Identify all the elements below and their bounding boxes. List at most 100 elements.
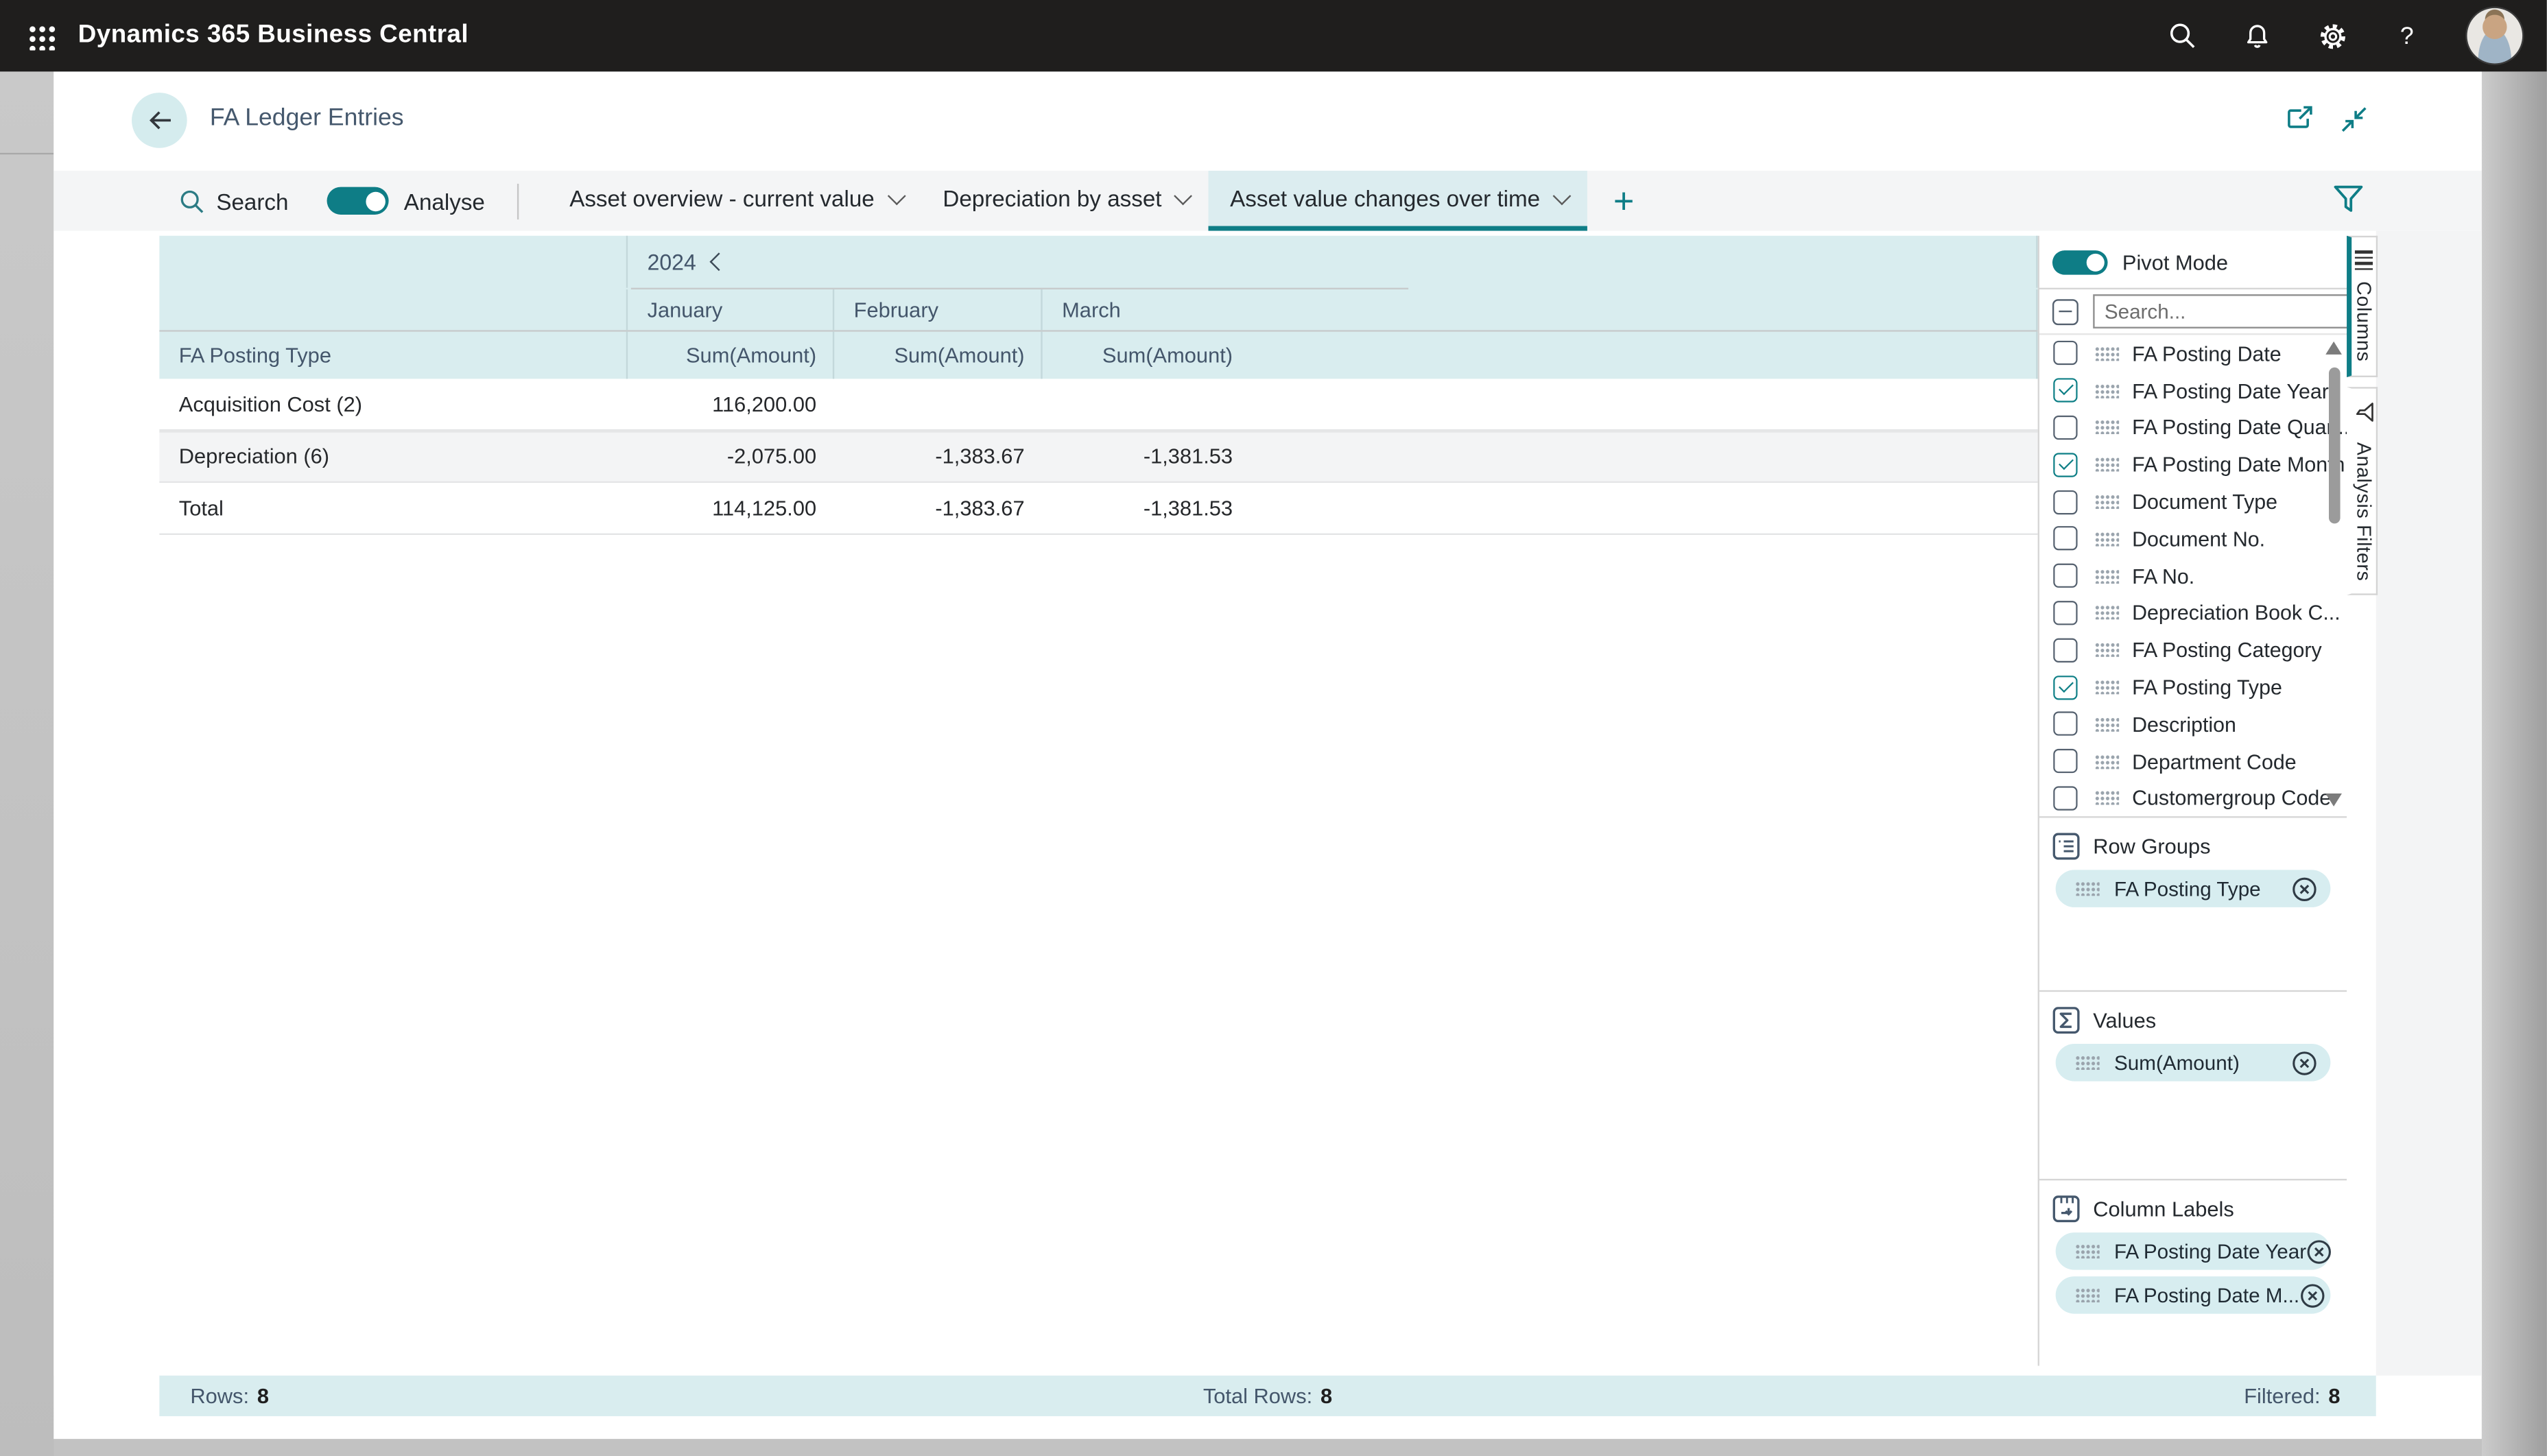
field-label: Customergroup Code	[2132, 786, 2331, 811]
analysis-tab[interactable]: Asset value changes over time	[1209, 171, 1587, 231]
table-row[interactable]: Depreciation (6)-2,075.00-1,383.67-1,381…	[159, 430, 2037, 483]
field-checkbox[interactable]	[2053, 675, 2077, 699]
pivot-mode-toggle[interactable]	[2052, 250, 2108, 274]
field-list-item[interactable]: FA Posting Type	[2039, 669, 2347, 706]
drag-grip-icon[interactable]	[2095, 569, 2120, 583]
remove-icon[interactable]	[2306, 1238, 2332, 1264]
field-label: Depreciation Book C...	[2132, 601, 2341, 625]
drag-grip-icon[interactable]	[2075, 881, 2100, 896]
page-header: FA Ledger Entries	[54, 71, 2482, 171]
field-search-input[interactable]	[2093, 294, 2353, 329]
scroll-up-icon[interactable]	[2325, 342, 2342, 355]
row-group-pill[interactable]: FA Posting Type	[2056, 870, 2331, 907]
value-column-header[interactable]: Sum(Amount)	[626, 332, 833, 379]
filter-icon[interactable]	[2332, 184, 2365, 223]
field-checkbox[interactable]	[2053, 638, 2077, 662]
month-column-header[interactable]: March	[1041, 289, 1248, 330]
search-label: Search	[216, 188, 288, 214]
field-list-item[interactable]: FA Posting Category	[2039, 632, 2347, 669]
side-tab-columns[interactable]: Columns	[2347, 236, 2378, 377]
column-labels-title: Column Labels	[2093, 1197, 2234, 1221]
column-label-pill[interactable]: FA Posting Date M...	[2056, 1276, 2331, 1314]
field-list-item[interactable]: Document No.	[2039, 521, 2347, 558]
analysis-tab[interactable]: Asset overview - current value	[548, 171, 921, 231]
side-tab-analysis-filters[interactable]: Analysis Filters	[2347, 387, 2378, 596]
field-checkbox[interactable]	[2053, 342, 2077, 366]
analysis-tab[interactable]: Depreciation by asset	[922, 171, 1209, 231]
drag-grip-icon[interactable]	[2095, 346, 2120, 361]
field-checkbox[interactable]	[2053, 453, 2077, 477]
analyse-toggle[interactable]	[327, 187, 389, 215]
drag-grip-icon[interactable]	[2095, 717, 2120, 731]
value-pill[interactable]: Sum(Amount)	[2056, 1044, 2331, 1082]
back-button[interactable]	[132, 93, 187, 148]
drag-grip-icon[interactable]	[2095, 532, 2120, 546]
drag-grip-icon[interactable]	[2095, 680, 2120, 694]
field-checkbox[interactable]	[2053, 786, 2077, 810]
field-list-item[interactable]: FA Posting Date Month	[2039, 446, 2347, 484]
open-in-new-window-icon[interactable]	[2286, 106, 2314, 141]
drag-grip-icon[interactable]	[2095, 494, 2120, 509]
page-title: FA Ledger Entries	[210, 104, 404, 132]
column-label-pill[interactable]: FA Posting Date Year	[2056, 1232, 2331, 1270]
field-checkbox[interactable]	[2053, 601, 2077, 625]
bell-icon[interactable]	[2241, 19, 2273, 51]
chevron-down-icon[interactable]	[1553, 187, 1572, 205]
drag-grip-icon[interactable]	[2095, 606, 2120, 620]
app-launcher-icon[interactable]	[27, 22, 55, 49]
table-row[interactable]: Total114,125.00-1,383.67-1,381.53	[159, 483, 2037, 534]
column-group-header[interactable]: 2024	[626, 236, 1249, 288]
table-row[interactable]: Acquisition Cost (2)116,200.00	[159, 379, 2037, 430]
remove-icon[interactable]	[2299, 1282, 2325, 1308]
field-checkbox[interactable]	[2053, 379, 2077, 403]
drag-grip-icon[interactable]	[2075, 1055, 2100, 1070]
search-icon[interactable]	[2166, 19, 2199, 51]
help-icon[interactable]: ?	[2391, 19, 2423, 51]
field-checkbox[interactable]	[2053, 712, 2077, 736]
chevron-down-icon[interactable]	[887, 187, 905, 205]
drag-grip-icon[interactable]	[2075, 1244, 2100, 1258]
field-checkbox[interactable]	[2053, 416, 2077, 440]
row-group-header[interactable]: FA Posting Type	[159, 332, 626, 379]
drag-grip-icon[interactable]	[2095, 643, 2120, 657]
month-column-header[interactable]: February	[833, 289, 1041, 330]
select-all-checkbox[interactable]	[2052, 298, 2078, 324]
field-checkbox[interactable]	[2053, 527, 2077, 551]
drag-grip-icon[interactable]	[2095, 383, 2120, 398]
value-column-header[interactable]: Sum(Amount)	[1041, 332, 1248, 379]
chevron-down-icon[interactable]	[1174, 187, 1193, 205]
field-label: FA Posting Date Year	[2132, 379, 2329, 403]
scroll-thumb[interactable]	[2328, 368, 2340, 524]
field-list-scrollbar[interactable]	[2325, 342, 2342, 810]
field-list-item[interactable]: FA Posting Date Year	[2039, 372, 2347, 409]
field-list-item[interactable]: FA Posting Date Quar...	[2039, 409, 2347, 446]
search-button[interactable]: Search	[179, 188, 289, 214]
exit-fullscreen-icon[interactable]	[2341, 106, 2368, 141]
field-list-item[interactable]: FA Posting Date	[2039, 335, 2347, 372]
drag-grip-icon[interactable]	[2095, 420, 2120, 435]
add-analysis-tab-button[interactable]: +	[1613, 183, 1634, 219]
backdrop-bottom	[54, 1439, 2482, 1456]
field-checkbox[interactable]	[2053, 490, 2077, 514]
month-column-header[interactable]: January	[626, 289, 833, 330]
scroll-down-icon[interactable]	[2325, 793, 2342, 807]
field-list-item[interactable]: Depreciation Book C...	[2039, 595, 2347, 632]
remove-icon[interactable]	[2291, 1049, 2317, 1075]
gear-icon[interactable]	[2316, 19, 2348, 51]
user-avatar[interactable]	[2465, 6, 2524, 64]
field-list-item[interactable]: Document Type	[2039, 484, 2347, 521]
collapse-group-icon[interactable]	[710, 252, 728, 271]
field-list-item[interactable]: FA No.	[2039, 558, 2347, 595]
field-list-item[interactable]: Description	[2039, 706, 2347, 743]
drag-grip-icon[interactable]	[2095, 791, 2120, 805]
field-checkbox[interactable]	[2053, 749, 2077, 773]
drag-grip-icon[interactable]	[2095, 457, 2120, 472]
drag-grip-icon[interactable]	[2075, 1288, 2100, 1302]
group-header-end	[1249, 236, 2038, 288]
field-checkbox[interactable]	[2053, 564, 2077, 588]
drag-grip-icon[interactable]	[2095, 754, 2120, 768]
remove-icon[interactable]	[2291, 876, 2317, 902]
value-column-header[interactable]: Sum(Amount)	[833, 332, 1041, 379]
field-list-item[interactable]: Department Code	[2039, 743, 2347, 780]
field-list-item[interactable]: Customergroup Code	[2039, 780, 2347, 816]
